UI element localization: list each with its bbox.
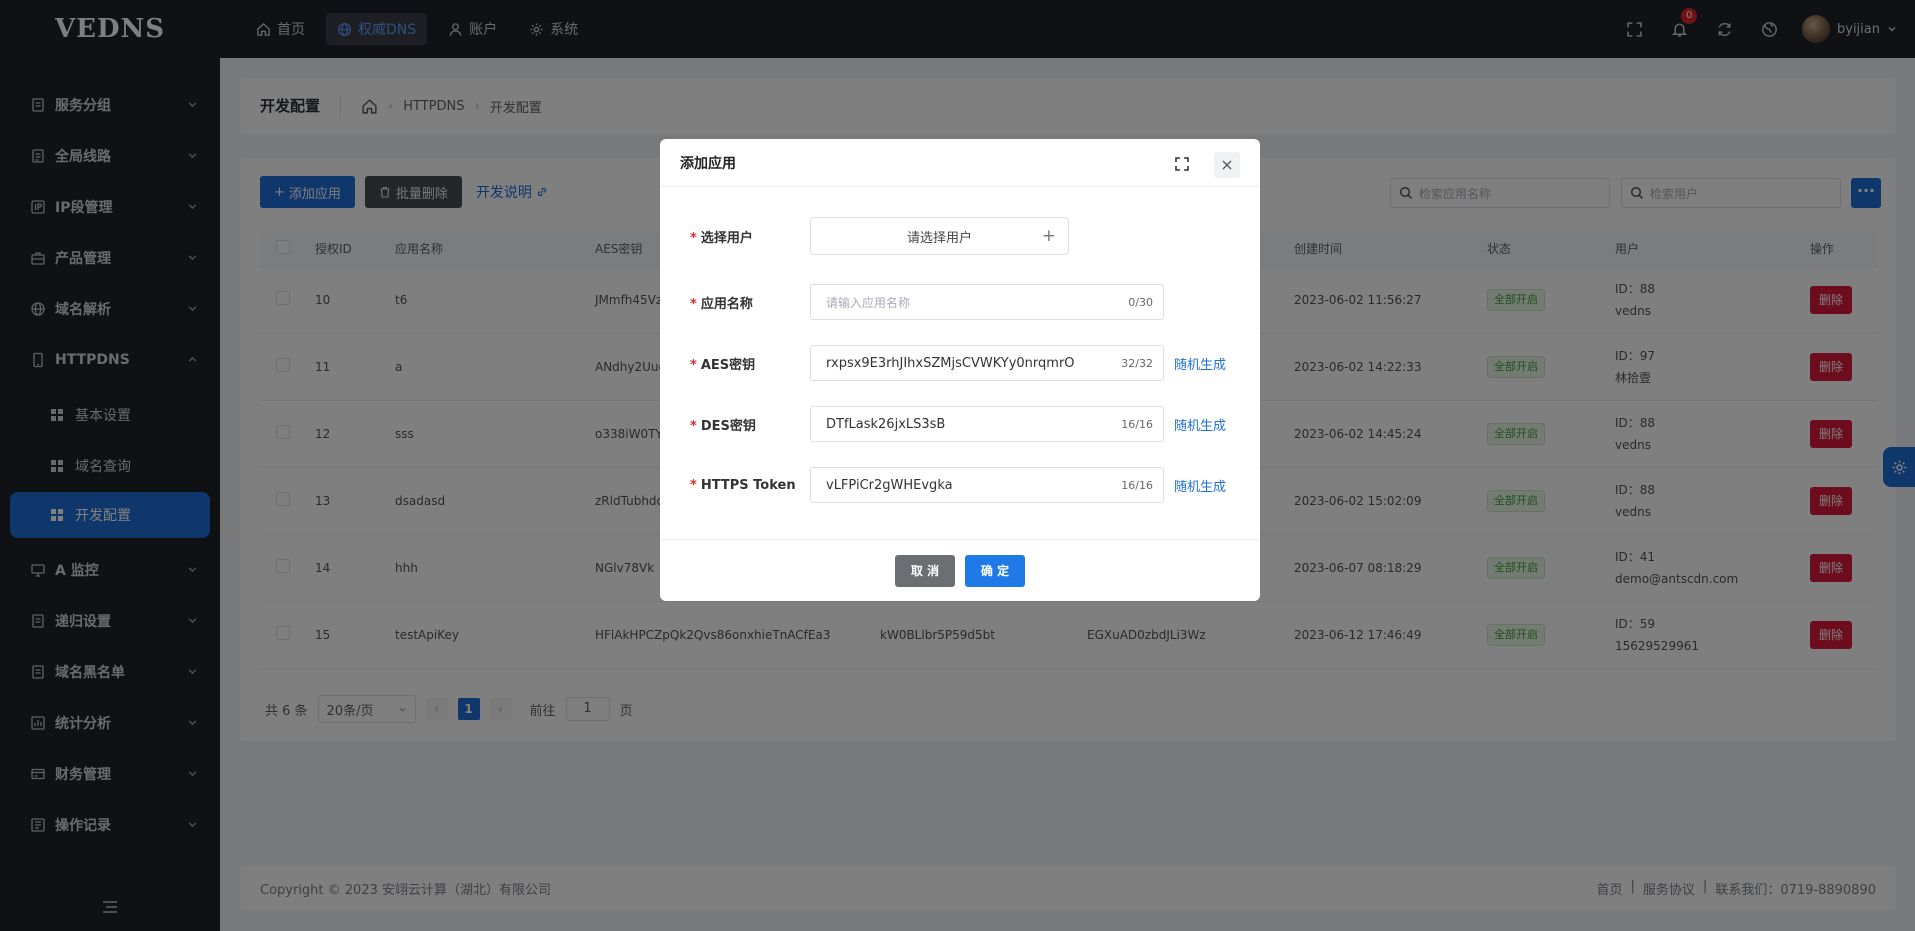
app-name-count: 0/30 — [1128, 295, 1153, 309]
required-mark: * — [690, 296, 697, 312]
aes-generate-link[interactable]: 随机生成 — [1174, 354, 1226, 373]
user-label-text: 选择用户 — [700, 230, 753, 246]
aes-key-input[interactable]: rxpsx9E3rhJIhxSZMjsCVWKYy0nrqmrO 32/32 — [810, 345, 1164, 381]
https-token-input[interactable]: vLFPiCr2gWHEvgka 16/16 — [810, 467, 1164, 503]
app-name-label: * 应用名称 — [690, 293, 810, 312]
form-row-aes: * AES密钥 rxpsx9E3rhJIhxSZMjsCVWKYy0nrqmrO … — [690, 345, 1226, 381]
required-mark: * — [690, 477, 697, 493]
app-name-placeholder: 请输入应用名称 — [826, 295, 911, 310]
aes-key-value: rxpsx9E3rhJIhxSZMjsCVWKYy0nrqmrO — [826, 355, 1075, 371]
required-mark: * — [690, 418, 697, 434]
aes-label-text: AES密钥 — [700, 357, 756, 373]
dialog-header: 添加应用 — [660, 139, 1260, 187]
app-name-label-text: 应用名称 — [700, 296, 753, 312]
close-button[interactable] — [1214, 152, 1240, 178]
fullscreen-icon[interactable] — [1174, 156, 1190, 172]
select-user-button[interactable]: 请选择用户 + — [810, 217, 1069, 255]
required-mark: * — [690, 230, 697, 246]
des-generate-link[interactable]: 随机生成 — [1174, 415, 1226, 434]
des-label: * DES密钥 — [690, 415, 810, 434]
dialog-footer: 取 消 确 定 — [660, 539, 1260, 601]
des-key-input[interactable]: DTfLask26jxLS3sB 16/16 — [810, 406, 1164, 442]
close-icon — [1222, 160, 1232, 170]
form-row-token: * HTTPS Token vLFPiCr2gWHEvgka 16/16 随机生成 — [690, 467, 1226, 503]
token-generate-link[interactable]: 随机生成 — [1174, 476, 1226, 495]
required-mark: * — [690, 357, 697, 373]
https-token-value: vLFPiCr2gWHEvgka — [826, 477, 953, 493]
des-key-count: 16/16 — [1121, 417, 1153, 431]
confirm-button[interactable]: 确 定 — [965, 554, 1025, 587]
form-row-des: * DES密钥 DTfLask26jxLS3sB 16/16 随机生成 — [690, 406, 1226, 442]
app-name-input[interactable]: 请输入应用名称 0/30 — [810, 284, 1164, 320]
cancel-button[interactable]: 取 消 — [895, 554, 955, 587]
add-app-dialog: 添加应用 * 选择用户 请选择用户 + * 应用名称 请输入应用名称 0/30 * A… — [660, 139, 1260, 601]
select-user-label: 请选择用户 — [906, 230, 972, 246]
aes-label: * AES密钥 — [690, 354, 810, 373]
user-label: * 选择用户 — [690, 227, 810, 246]
token-label-text: HTTPS Token — [700, 477, 796, 493]
dialog-title: 添加应用 — [680, 155, 736, 172]
des-key-value: DTfLask26jxLS3sB — [826, 416, 946, 432]
form-row-user: * 选择用户 请选择用户 + — [690, 217, 1069, 255]
aes-key-count: 32/32 — [1121, 356, 1153, 370]
plus-icon: + — [1041, 226, 1056, 246]
des-label-text: DES密钥 — [700, 418, 756, 434]
form-row-app-name: * 应用名称 请输入应用名称 0/30 — [690, 284, 1164, 320]
token-label: * HTTPS Token — [690, 478, 810, 493]
https-token-count: 16/16 — [1121, 478, 1153, 492]
